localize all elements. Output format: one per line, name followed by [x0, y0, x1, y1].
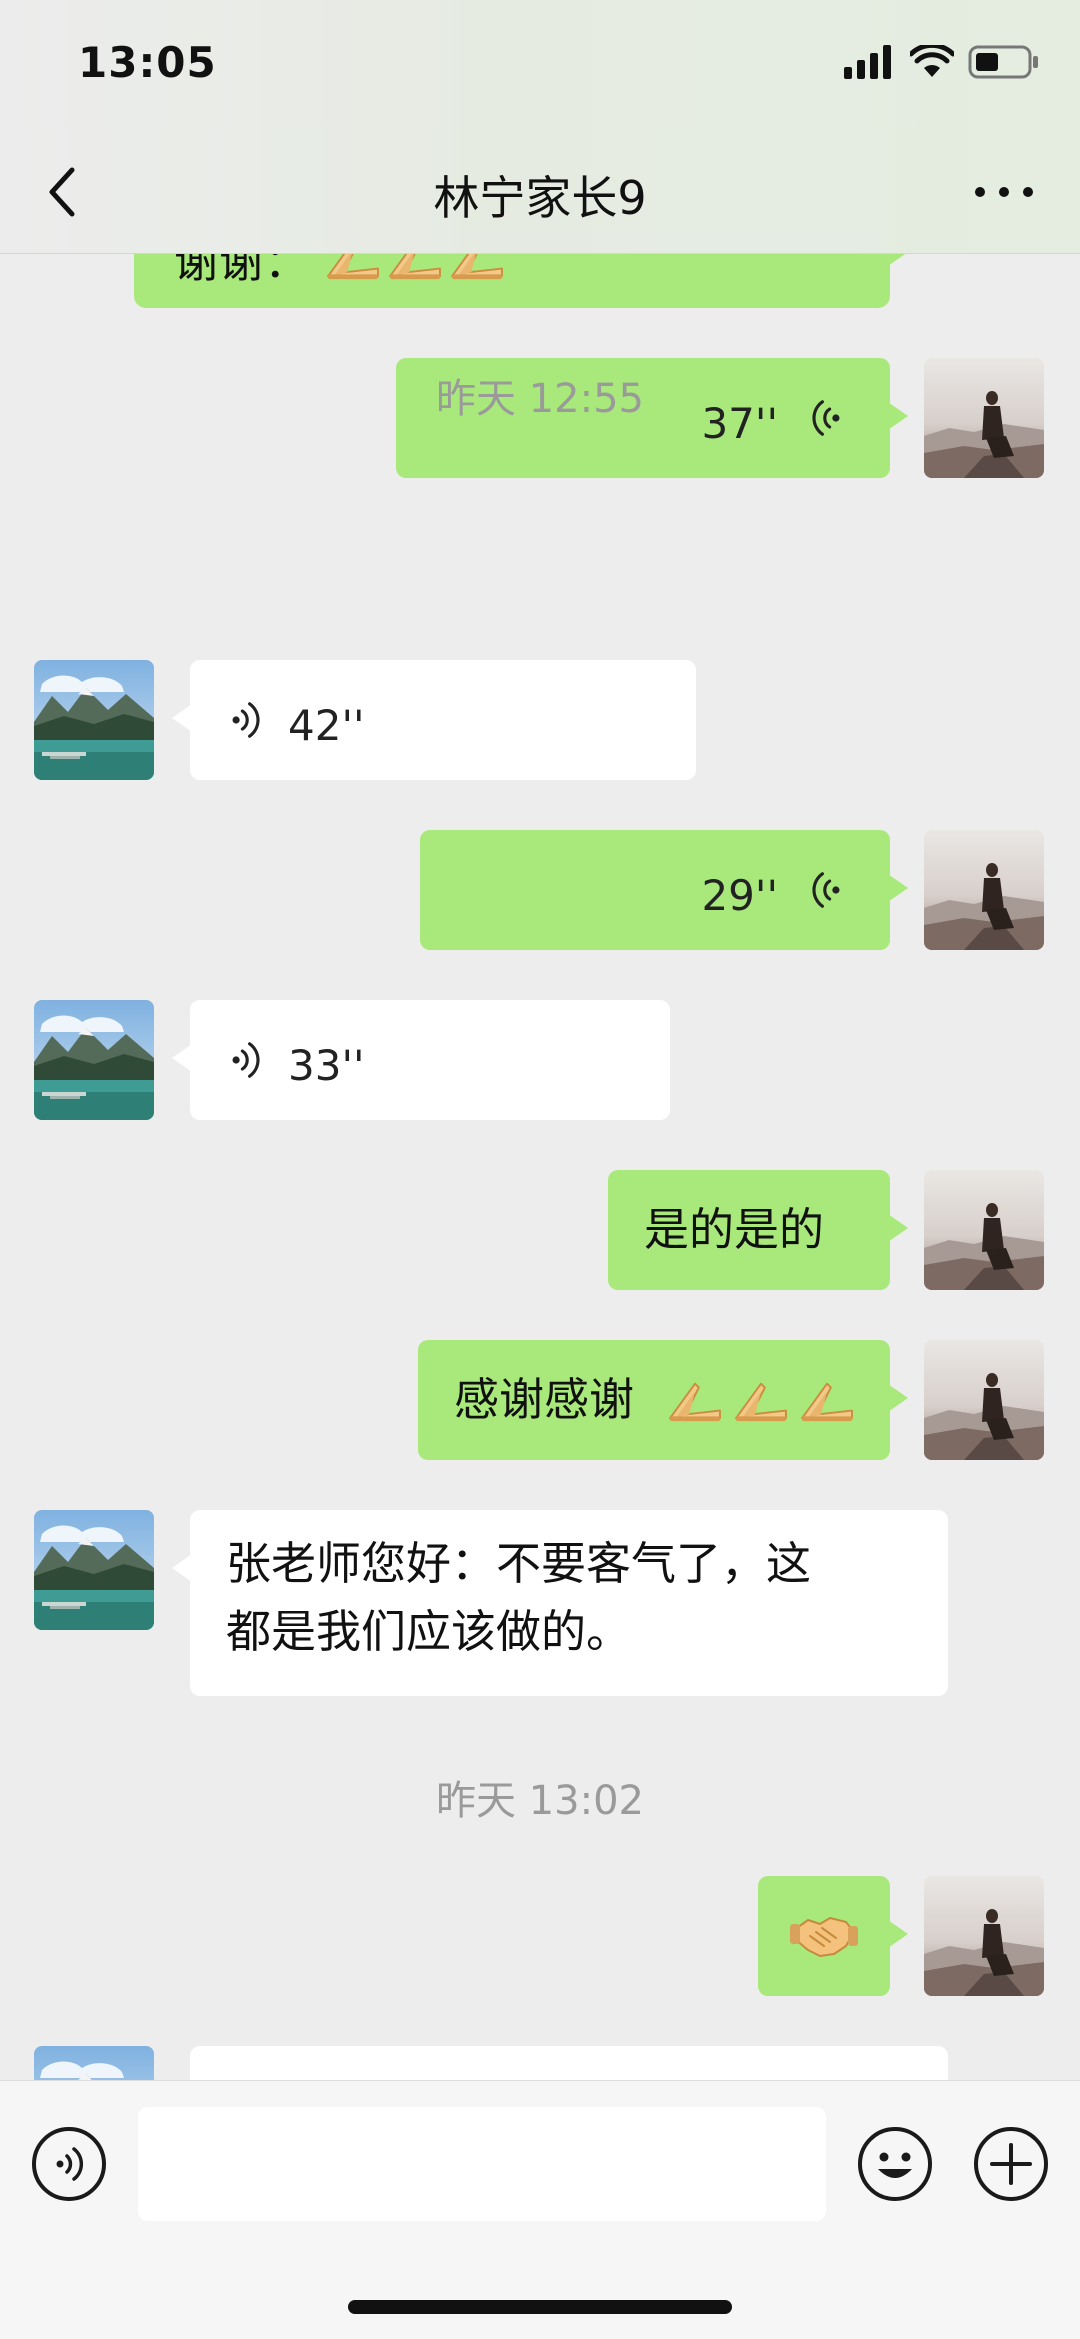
- avatar-me[interactable]: [924, 1170, 1044, 1290]
- avatar-contact[interactable]: [34, 1000, 154, 1120]
- avatar-contact[interactable]: [34, 1510, 154, 1630]
- more-dots-icon[interactable]: [968, 162, 1040, 222]
- message-text: 感谢感谢: [454, 1373, 635, 1426]
- avatar-me[interactable]: [924, 830, 1044, 950]
- message-bubble-sent[interactable]: 谢谢：: [134, 254, 908, 308]
- voice-icon: [228, 696, 264, 744]
- message-list[interactable]: 谢谢： 37'' 昨天 12:55 42'' 29'' 33'' 是的是的 感谢…: [0, 254, 1080, 2080]
- timestamp: 昨天 12:55: [436, 376, 644, 422]
- home-indicator[interactable]: [348, 2300, 732, 2314]
- battery-icon: [968, 45, 1038, 79]
- status-time: 13:05: [78, 38, 217, 87]
- voice-duration: 29'': [701, 871, 778, 920]
- voice-icon[interactable]: [30, 2125, 108, 2203]
- timestamp: 昨天 13:02: [436, 1778, 644, 1824]
- pray-hands-emoji: [324, 254, 506, 282]
- message-text: 谢谢：: [174, 254, 310, 288]
- handshake-emoji: [790, 1917, 858, 1957]
- message-bubble-received[interactable]: [190, 2046, 948, 2080]
- status-icons: [844, 44, 1040, 80]
- smiley-icon[interactable]: [856, 2125, 934, 2203]
- message-text: 张老师您好：不要客气了，这 都是我们应该做的。: [226, 1537, 812, 1658]
- pray-hands-emoji: [666, 1376, 856, 1424]
- wifi-icon: [910, 45, 954, 77]
- voice-duration: 42'': [288, 701, 365, 750]
- voice-message-received[interactable]: 33'': [172, 1000, 670, 1120]
- avatar-contact[interactable]: [34, 660, 154, 780]
- status-bar: 13:05: [0, 0, 1080, 130]
- message-bubble-sent[interactable]: [758, 1876, 908, 1996]
- chat-header: 林宁家长9: [0, 130, 1080, 254]
- plus-icon[interactable]: [972, 2125, 1050, 2203]
- voice-icon: [228, 1036, 264, 1084]
- signal-icon: [844, 45, 891, 79]
- message-bubble-sent[interactable]: 是的是的: [608, 1170, 908, 1290]
- avatar-contact[interactable]: [34, 2046, 154, 2080]
- voice-icon: [808, 866, 844, 914]
- message-text: 是的是的: [644, 1203, 825, 1256]
- voice-message-sent[interactable]: 29'': [420, 830, 908, 950]
- chat-title: 林宁家长9: [433, 171, 647, 225]
- voice-duration: 33'': [288, 1041, 365, 1090]
- message-input[interactable]: [138, 2107, 826, 2221]
- voice-message-received[interactable]: 42'': [172, 660, 696, 780]
- avatar-me[interactable]: [924, 1876, 1044, 1996]
- avatar-me[interactable]: [924, 1340, 1044, 1460]
- message-bubble-received[interactable]: 张老师您好：不要客气了，这 都是我们应该做的。: [172, 1510, 948, 1696]
- message-bubble-sent[interactable]: 感谢感谢: [418, 1340, 908, 1460]
